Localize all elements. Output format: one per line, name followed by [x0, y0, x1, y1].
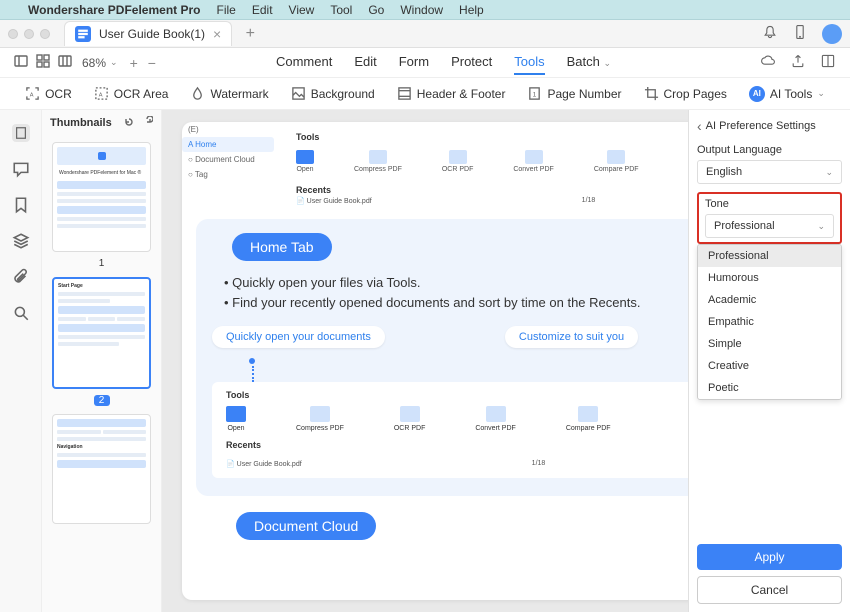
pill-quick-open: Quickly open your documents: [212, 326, 385, 348]
ai-icon: AI: [749, 86, 765, 102]
watermark-button[interactable]: Watermark: [190, 86, 268, 101]
menu-file[interactable]: File: [217, 3, 236, 17]
new-tab-button[interactable]: +: [240, 25, 260, 43]
thumbnail-page-3[interactable]: Navigation: [52, 414, 151, 524]
svg-text:A: A: [30, 92, 34, 98]
tone-option-poetic[interactable]: Poetic: [698, 377, 841, 399]
app-logo-icon: [75, 26, 91, 42]
thumb-number-1: 1: [52, 258, 151, 269]
apply-button[interactable]: Apply: [697, 544, 842, 570]
mini-sidebar: (E) A Home ○ Document Cloud ○ Tag: [182, 122, 274, 182]
tab-batch[interactable]: Batch ⌄: [567, 50, 611, 75]
tab-close-icon[interactable]: ×: [213, 26, 221, 42]
pill-customize: Customize to suit you: [505, 326, 638, 348]
user-avatar[interactable]: [822, 24, 842, 44]
thumbnail-page-1[interactable]: Wondershare PDFelement for Mac ®: [52, 142, 151, 252]
document-tab[interactable]: User Guide Book(1) ×: [64, 21, 232, 46]
rotate-left-icon[interactable]: [123, 116, 135, 131]
ai-tools-button[interactable]: AIAI Tools⌄: [749, 86, 825, 102]
app-name[interactable]: Wondershare PDFelement Pro: [28, 3, 201, 17]
tone-dropdown: Professional Humorous Academic Empathic …: [697, 244, 842, 400]
tone-option-professional[interactable]: Professional: [698, 245, 841, 267]
bookmarks-rail-icon[interactable]: [12, 196, 30, 214]
tab-title: User Guide Book(1): [99, 27, 205, 41]
tools-ribbon: AOCR AOCR Area Watermark Background Head…: [0, 78, 850, 110]
zoom-out-button[interactable]: −: [148, 55, 156, 71]
panel-title: AI Preference Settings: [706, 120, 816, 132]
traffic-lights[interactable]: [8, 29, 50, 39]
thumbnails-rail-icon[interactable]: [12, 124, 30, 142]
tone-option-academic[interactable]: Academic: [698, 289, 841, 311]
svg-text:A: A: [98, 92, 102, 98]
sidebar-toggle-icon[interactable]: [14, 54, 28, 71]
tab-protect[interactable]: Protect: [451, 50, 492, 75]
chevron-down-icon: ⌄: [825, 167, 833, 178]
thumbnails-title: Thumbnails: [50, 117, 112, 129]
menu-window[interactable]: Window: [400, 3, 443, 17]
menu-edit[interactable]: Edit: [252, 3, 273, 17]
notification-icon[interactable]: [762, 24, 778, 43]
background-button[interactable]: Background: [291, 86, 375, 101]
columns-view-icon[interactable]: [58, 54, 72, 71]
share-icon[interactable]: [790, 53, 806, 72]
crop-pages-button[interactable]: Crop Pages: [644, 86, 727, 101]
tab-tools[interactable]: Tools: [514, 50, 544, 75]
tone-option-humorous[interactable]: Humorous: [698, 267, 841, 289]
left-rail: [0, 110, 42, 612]
home-tab-pill: Home Tab: [232, 233, 332, 261]
thumbnail-page-2[interactable]: Start Page: [52, 277, 151, 389]
chevron-down-icon: ⌄: [817, 221, 825, 232]
menu-help[interactable]: Help: [459, 3, 484, 17]
tone-option-empathic[interactable]: Empathic: [698, 311, 841, 333]
back-icon[interactable]: ‹: [697, 118, 702, 134]
ocr-button[interactable]: AOCR: [25, 86, 72, 101]
reader-view-icon[interactable]: [820, 53, 836, 72]
rotate-right-icon[interactable]: [141, 116, 153, 131]
tone-label: Tone: [705, 198, 834, 210]
menu-view[interactable]: View: [289, 3, 315, 17]
zoom-value[interactable]: 68%: [82, 56, 106, 70]
cancel-button[interactable]: Cancel: [697, 576, 842, 604]
attachments-rail-icon[interactable]: [12, 268, 30, 286]
chevron-down-icon[interactable]: ⌄: [110, 57, 118, 68]
output-language-select[interactable]: English⌄: [697, 160, 842, 184]
grid-view-icon[interactable]: [36, 54, 50, 71]
header-footer-button[interactable]: Header & Footer: [397, 86, 506, 101]
window-tabbar: User Guide Book(1) × +: [0, 20, 850, 48]
main-toolbar: 68% ⌄ + − Comment Edit Form Protect Tool…: [0, 48, 850, 78]
tone-select[interactable]: Professional⌄: [705, 214, 834, 238]
macos-menubar: Wondershare PDFelement Pro File Edit Vie…: [0, 0, 850, 20]
page-number-button[interactable]: 1Page Number: [527, 86, 621, 101]
output-language-label: Output Language: [697, 144, 842, 156]
menu-tool[interactable]: Tool: [330, 3, 352, 17]
tab-form[interactable]: Form: [399, 50, 429, 75]
ai-preference-panel: ‹ AI Preference Settings Output Language…: [688, 110, 850, 612]
svg-text:1: 1: [533, 91, 537, 98]
layers-rail-icon[interactable]: [12, 232, 30, 250]
menu-go[interactable]: Go: [368, 3, 384, 17]
zoom-in-button[interactable]: +: [130, 55, 138, 71]
comments-rail-icon[interactable]: [12, 160, 30, 178]
tone-option-creative[interactable]: Creative: [698, 355, 841, 377]
search-rail-icon[interactable]: [12, 304, 30, 322]
tab-edit[interactable]: Edit: [354, 50, 376, 75]
thumb-number-2: 2: [94, 395, 110, 406]
tone-option-simple[interactable]: Simple: [698, 333, 841, 355]
cloud-icon[interactable]: [760, 53, 776, 72]
thumbnails-panel: Thumbnails Wondershare PDFelement for Ma…: [42, 110, 162, 612]
tab-comment[interactable]: Comment: [276, 50, 332, 75]
document-cloud-pill: Document Cloud: [236, 512, 376, 540]
mobile-icon[interactable]: [792, 24, 808, 43]
ocr-area-button[interactable]: AOCR Area: [94, 86, 169, 101]
